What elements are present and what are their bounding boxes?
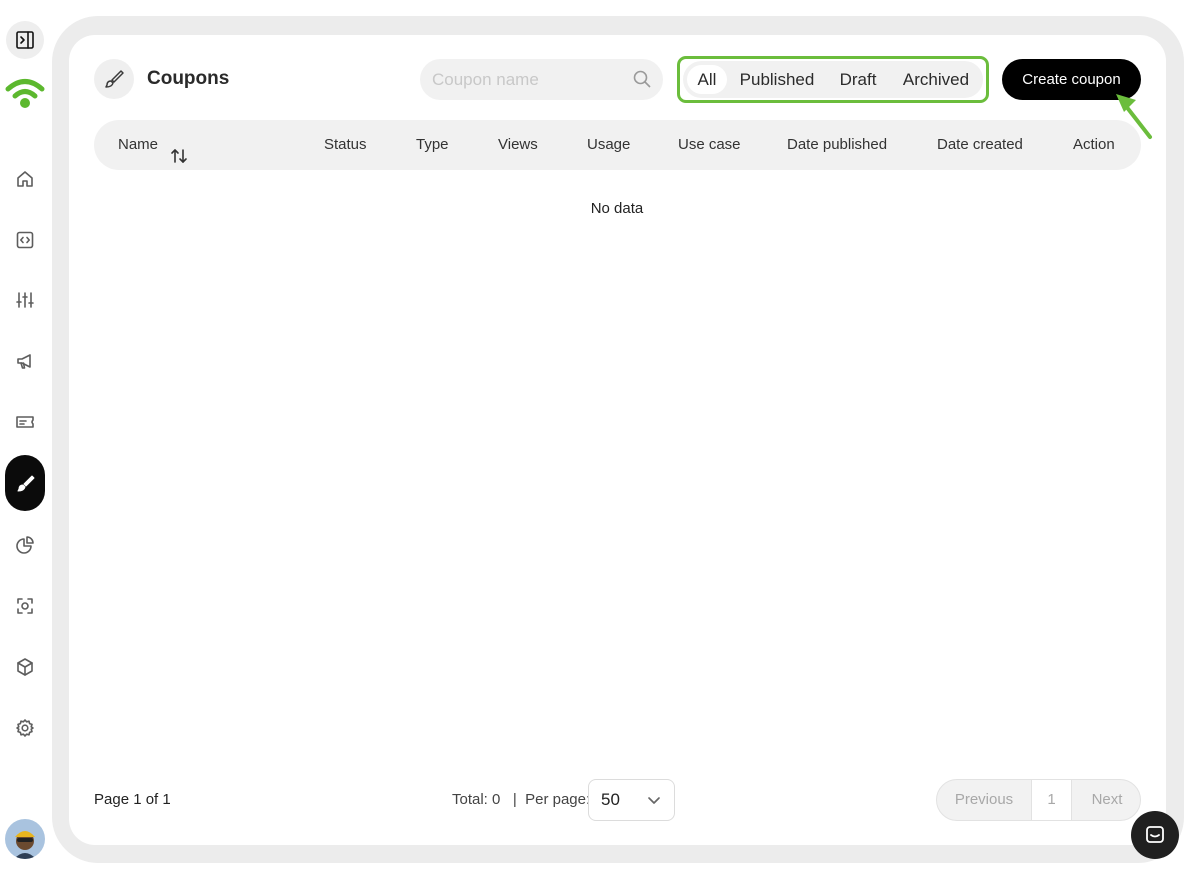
search-box xyxy=(420,59,663,100)
brush-icon xyxy=(105,70,124,88)
ticket-icon xyxy=(16,416,34,428)
avatar[interactable] xyxy=(5,819,45,859)
sidebar-item-sliders[interactable] xyxy=(6,281,44,319)
column-type: Type xyxy=(416,136,449,153)
search-icon[interactable] xyxy=(632,69,652,89)
sidebar-item-coupons[interactable] xyxy=(5,455,45,511)
tab-published[interactable]: Published xyxy=(735,61,819,98)
next-button[interactable]: Next xyxy=(1072,780,1140,820)
tab-draft[interactable]: Draft xyxy=(831,61,885,98)
sidebar-item-code[interactable] xyxy=(6,221,44,259)
gear-icon xyxy=(16,719,34,737)
page-number-button[interactable]: 1 xyxy=(1032,780,1072,820)
column-date-created: Date created xyxy=(937,136,1023,153)
per-page-value: 50 xyxy=(601,790,620,809)
per-page-select[interactable]: 50 xyxy=(588,779,675,821)
brush-icon xyxy=(17,475,35,492)
page-title: Coupons xyxy=(147,68,230,89)
column-date-published: Date published xyxy=(787,136,888,153)
pie-chart-icon xyxy=(16,536,34,554)
total-text: Total: 0 | Per page: xyxy=(452,791,591,808)
search-input[interactable] xyxy=(432,69,622,90)
chevron-down-icon xyxy=(646,792,662,808)
sidebar-item-analytics[interactable] xyxy=(6,526,44,564)
column-use-case: Use case xyxy=(678,136,741,153)
sidebar-toggle-button[interactable] xyxy=(6,21,44,59)
sidebar-item-scan[interactable] xyxy=(6,587,44,625)
page-icon xyxy=(94,59,134,99)
sidebar-item-products[interactable] xyxy=(6,648,44,686)
column-name[interactable]: Name xyxy=(118,120,188,170)
chat-icon xyxy=(1146,826,1164,843)
sliders-icon xyxy=(16,292,34,308)
sidebar-item-ticket[interactable] xyxy=(6,403,44,441)
chat-button[interactable] xyxy=(1131,811,1179,859)
wifi-logo-icon[interactable] xyxy=(5,76,45,112)
scan-icon xyxy=(17,598,33,614)
column-action: Action xyxy=(1073,136,1115,153)
tab-all[interactable]: All xyxy=(687,65,727,94)
sidebar-item-settings[interactable] xyxy=(6,709,44,747)
tab-archived[interactable]: Archived xyxy=(895,61,977,98)
column-status: Status xyxy=(324,136,367,153)
status-filter-tabs: All Published Draft Archived xyxy=(683,61,983,98)
total-per-page-label: Total: 0 | Per page: xyxy=(452,791,590,808)
box-icon xyxy=(17,658,33,676)
sidebar xyxy=(0,0,50,880)
previous-button[interactable]: Previous xyxy=(937,780,1032,820)
table-header: Name Status Type Views Usage Use case Da… xyxy=(94,120,1141,170)
home-icon xyxy=(17,171,33,187)
column-usage: Usage xyxy=(587,136,631,153)
page-info: Page 1 of 1 xyxy=(94,791,171,808)
megaphone-icon xyxy=(17,354,31,369)
sidebar-item-home[interactable] xyxy=(6,160,44,198)
column-views: Views xyxy=(498,136,538,153)
sidebar-item-megaphone[interactable] xyxy=(6,342,44,380)
sidebar-toggle-icon xyxy=(16,31,34,49)
column-label: Name xyxy=(118,136,159,153)
code-icon xyxy=(16,231,34,249)
empty-state: No data xyxy=(590,200,644,217)
pagination: Previous 1 Next xyxy=(936,779,1141,821)
sort-icon[interactable] xyxy=(170,136,188,163)
